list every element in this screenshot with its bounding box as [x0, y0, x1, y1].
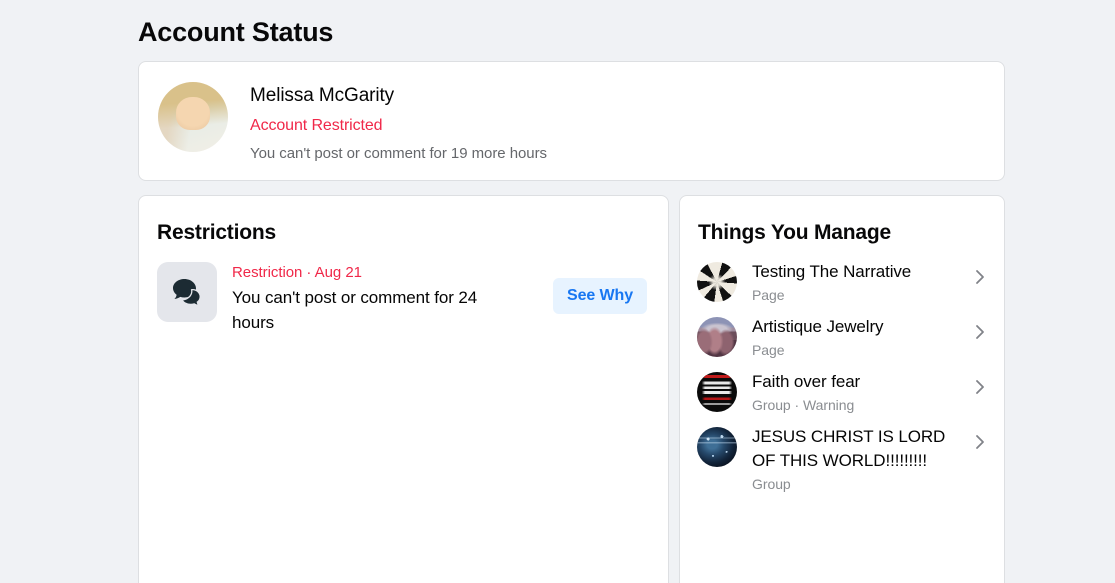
restrictions-title: Restrictions: [157, 221, 276, 244]
list-item[interactable]: Artistique Jewelry Page: [680, 310, 1004, 365]
list-item-body: Faith over fear Group · Warning: [752, 370, 966, 415]
restriction-meta: Restriction · Aug 21: [232, 264, 362, 281]
list-item-name: Faith over fear: [752, 372, 861, 391]
list-item-subtitle: Page: [752, 342, 785, 358]
things-you-manage-list: Testing The Narrative Page Artistique Je…: [680, 255, 1004, 499]
things-you-manage-title: Things You Manage: [698, 221, 892, 244]
list-item[interactable]: JESUS CHRIST IS LORD OF THIS WORLD!!!!!!…: [680, 420, 1004, 499]
restriction-row: Restriction · Aug 21 You can't post or c…: [157, 262, 647, 335]
page-title: Account Status: [138, 17, 334, 47]
artistique-jewelry-avatar: [697, 317, 737, 357]
list-item-name: JESUS CHRIST IS LORD OF THIS WORLD!!!!!!…: [752, 427, 946, 470]
chevron-right-icon[interactable]: [972, 434, 988, 450]
status-badge: Account Restricted: [250, 117, 383, 134]
list-item[interactable]: Testing The Narrative Page: [680, 255, 1004, 310]
faith-over-fear-avatar: [697, 372, 737, 412]
restriction-body: Restriction · Aug 21 You can't post or c…: [232, 262, 545, 335]
chevron-right-icon[interactable]: [972, 269, 988, 285]
speech-bubbles-icon: [157, 262, 217, 322]
list-item-name: Artistique Jewelry: [752, 317, 884, 336]
list-item-subtitle: Group: [752, 476, 791, 492]
profile-name: Melissa McGarity: [250, 85, 395, 106]
restrictions-panel: Restrictions Restriction · Aug 21 You ca…: [138, 195, 669, 583]
chevron-right-icon[interactable]: [972, 324, 988, 340]
list-item-subtitle: Page: [752, 287, 785, 303]
list-item-subtitle: Group · Warning: [752, 397, 855, 413]
account-status-card: Melissa McGarity Account Restricted You …: [138, 61, 1005, 181]
status-detail: You can't post or comment for 19 more ho…: [250, 145, 547, 162]
list-item[interactable]: Faith over fear Group · Warning: [680, 365, 1004, 420]
jesus-christ-is-lord-avatar: [697, 427, 737, 467]
profile-avatar[interactable]: [158, 82, 228, 152]
list-item-name: Testing The Narrative: [752, 262, 912, 281]
status-text-block: Melissa McGarity Account Restricted You …: [250, 82, 547, 164]
chevron-right-icon[interactable]: [972, 379, 988, 395]
testing-the-narrative-avatar: [697, 262, 737, 302]
account-status-page: Account Status Melissa McGarity Account …: [0, 0, 1115, 583]
list-item-body: Testing The Narrative Page: [752, 260, 966, 305]
things-you-manage-panel: Things You Manage Testing The Narrative …: [679, 195, 1005, 583]
restriction-description: You can't post or comment for 24 hours: [232, 288, 478, 332]
list-item-body: Artistique Jewelry Page: [752, 315, 966, 360]
list-item-body: JESUS CHRIST IS LORD OF THIS WORLD!!!!!!…: [752, 425, 966, 494]
see-why-button[interactable]: See Why: [553, 278, 647, 314]
